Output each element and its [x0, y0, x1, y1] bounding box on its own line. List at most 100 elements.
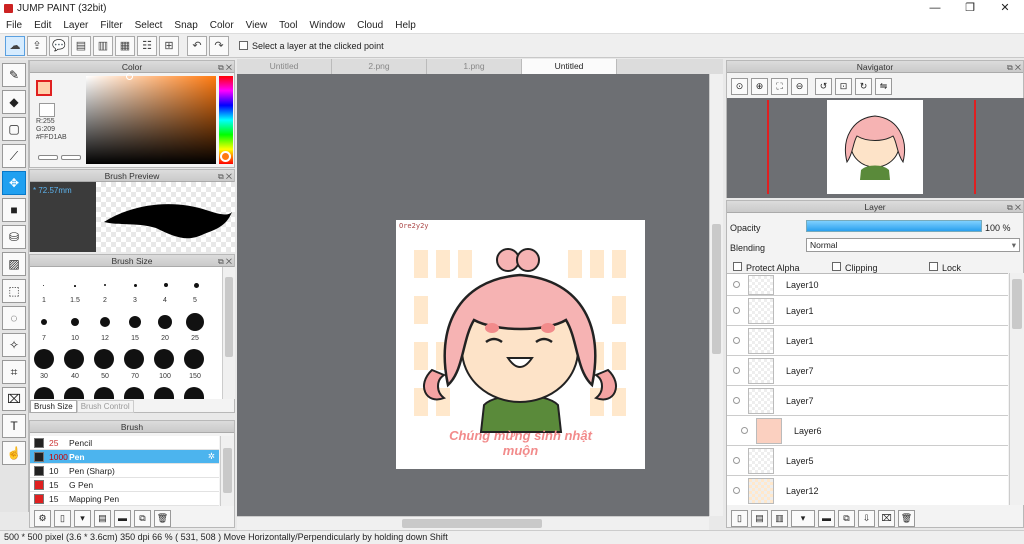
zoom-out-icon[interactable]: ⊖: [791, 77, 808, 95]
saturation-value-picker[interactable]: [86, 76, 216, 164]
menu-edit[interactable]: Edit: [28, 20, 57, 31]
size-dot[interactable]: [41, 319, 47, 325]
canvas-vertical-scrollbar[interactable]: [709, 74, 723, 516]
clipping-checkbox[interactable]: [832, 262, 841, 271]
trash-icon[interactable]: 🗑: [154, 509, 171, 527]
layer-row[interactable]: Layer10: [727, 274, 1008, 296]
merge-layer-icon[interactable]: ⇩: [858, 509, 875, 527]
lasso-icon[interactable]: ◌: [2, 306, 26, 330]
hue-handle[interactable]: [220, 151, 231, 162]
flip-icon[interactable]: ⇋: [875, 77, 892, 95]
hand-tool-icon[interactable]: ☝: [2, 441, 26, 465]
size-dot[interactable]: [186, 313, 204, 331]
undo-icon[interactable]: ↶: [187, 35, 207, 56]
artwork-canvas[interactable]: Ore2y2y Chúng mừng sinh nhật muộn: [396, 220, 645, 469]
tab-untitled-active[interactable]: Untitled: [522, 59, 617, 74]
menu-select[interactable]: Select: [129, 20, 169, 31]
zoom-in-icon[interactable]: ⊕: [751, 77, 768, 95]
size-dot[interactable]: [164, 283, 168, 287]
gear-icon[interactable]: ✲: [208, 451, 215, 462]
visibility-icon[interactable]: [733, 397, 740, 404]
message-icon[interactable]: ▤: [71, 35, 91, 56]
layer-row[interactable]: Layer1: [727, 326, 1008, 356]
visibility-icon[interactable]: [733, 307, 740, 314]
panel-menu-icon[interactable]: ⧉ ✕: [218, 62, 232, 74]
brush-item-pen-sharp[interactable]: 10 Pen (Sharp): [30, 464, 219, 478]
new-halftone-layer-icon[interactable]: ▤: [751, 509, 768, 527]
size-dot[interactable]: [71, 318, 79, 326]
clear-layer-icon[interactable]: ⌧: [878, 509, 895, 527]
menu-file[interactable]: File: [0, 20, 28, 31]
tab-untitled[interactable]: Untitled: [237, 59, 332, 74]
layer-folder-icon[interactable]: ▬: [818, 509, 835, 527]
menu-snap[interactable]: Snap: [168, 20, 203, 31]
redo-icon[interactable]: ↷: [209, 35, 229, 56]
menu-help[interactable]: Help: [389, 20, 422, 31]
size-dot[interactable]: [158, 315, 172, 329]
size-dot[interactable]: [124, 387, 144, 399]
select-layer-checkbox[interactable]: [239, 41, 248, 50]
menu-cloud[interactable]: Cloud: [351, 20, 389, 31]
panel-menu-icon[interactable]: ⧉ ✕: [1007, 62, 1021, 74]
panel-menu-icon[interactable]: ⧉ ✕: [1007, 202, 1021, 214]
text-tool-icon[interactable]: T: [2, 414, 26, 438]
size-dot[interactable]: [34, 349, 54, 369]
duplicate-icon[interactable]: ⧉: [134, 509, 151, 527]
tab-2-png[interactable]: 2.png: [332, 59, 427, 74]
select-rect-icon[interactable]: ⬚: [2, 279, 26, 303]
document-icon[interactable]: ▦: [115, 35, 135, 56]
page-icon[interactable]: ▥: [93, 35, 113, 56]
grid-settings-icon[interactable]: ⊞: [159, 35, 179, 56]
layer-row-selected[interactable]: Layer6: [727, 416, 1008, 446]
visibility-icon[interactable]: [733, 457, 740, 464]
blending-select[interactable]: Normal ▾: [806, 238, 1020, 252]
folder-icon[interactable]: ▬: [114, 509, 131, 527]
size-dot[interactable]: [100, 317, 110, 327]
new-brush-icon[interactable]: ▯: [54, 509, 71, 527]
rect-tool-icon[interactable]: ▢: [2, 117, 26, 141]
menu-color[interactable]: Color: [204, 20, 240, 31]
layer-row[interactable]: Layer7: [727, 356, 1008, 386]
tab-1-png[interactable]: 1.png: [427, 59, 522, 74]
navigator-preview[interactable]: [727, 98, 1024, 198]
tab-brush-control[interactable]: Brush Control: [76, 400, 134, 413]
select-pen-icon[interactable]: ⌗: [2, 360, 26, 384]
brush-tool-icon[interactable]: ✎: [2, 63, 26, 87]
magic-wand-icon[interactable]: ✧: [2, 333, 26, 357]
brush-item-g-pen[interactable]: 15 G Pen: [30, 478, 219, 492]
protect-alpha-checkbox[interactable]: [733, 262, 742, 271]
cloud-icon[interactable]: ☁: [5, 35, 25, 56]
size-dot[interactable]: [34, 387, 54, 399]
reset-rotation-icon[interactable]: ⊡: [835, 77, 852, 95]
size-dot[interactable]: [194, 283, 199, 288]
layer-list-scrollbar[interactable]: [1009, 273, 1024, 505]
menu-window[interactable]: Window: [304, 20, 352, 31]
size-dot[interactable]: [129, 316, 141, 328]
opacity-slider[interactable]: [806, 220, 982, 232]
menu-layer[interactable]: Layer: [57, 20, 94, 31]
brush-settings-icon[interactable]: ⚙: [34, 509, 51, 527]
size-dot[interactable]: [74, 285, 76, 287]
line-tool-icon[interactable]: ⟋: [2, 144, 26, 168]
size-dot[interactable]: [154, 349, 174, 369]
settings-list-icon[interactable]: ☷: [137, 35, 157, 56]
size-dot[interactable]: [124, 349, 144, 369]
brush-size-scrollbar[interactable]: [222, 267, 235, 399]
visibility-icon[interactable]: [741, 427, 748, 434]
gradient-tool-icon[interactable]: ▨: [2, 252, 26, 276]
visibility-icon[interactable]: [733, 487, 740, 494]
color-reset-button[interactable]: [61, 155, 81, 160]
lock-checkbox[interactable]: [929, 262, 938, 271]
menu-filter[interactable]: Filter: [94, 20, 128, 31]
size-dot[interactable]: [134, 284, 137, 287]
select-eraser-icon[interactable]: ⌧: [2, 387, 26, 411]
color-swap-button[interactable]: [38, 155, 58, 160]
layer-type-dropdown[interactable]: ▾: [791, 509, 815, 527]
tab-brush-size[interactable]: Brush Size: [30, 400, 77, 413]
fill-rect-tool-icon[interactable]: ■: [2, 198, 26, 222]
brush-list-scrollbar[interactable]: [220, 436, 234, 506]
new-layer-icon[interactable]: ▯: [731, 509, 748, 527]
secondary-color-swatch[interactable]: [39, 103, 55, 117]
brush-copy-icon[interactable]: ▤: [94, 509, 111, 527]
move-tool-icon[interactable]: ✥: [2, 171, 26, 195]
